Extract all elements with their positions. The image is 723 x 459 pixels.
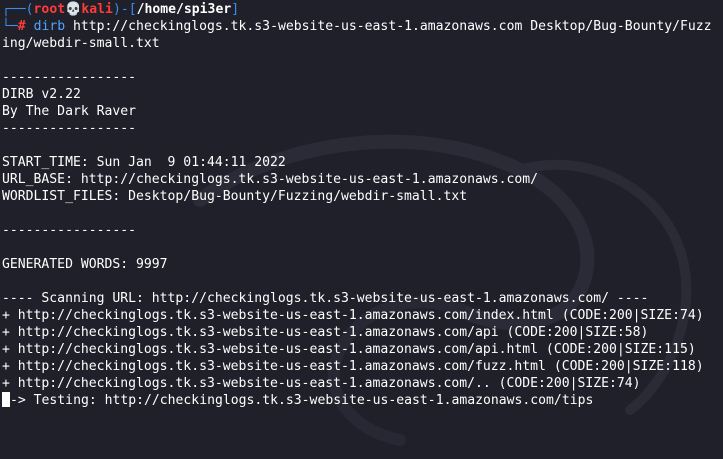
command-name: dirb xyxy=(33,19,66,34)
prompt-line-2: └─# dirb http://checkinglogs.tk.s3-websi… xyxy=(2,18,723,35)
prompt-separator: )-[ xyxy=(112,2,137,17)
result-line: + http://checkinglogs.tk.s3-website-us-e… xyxy=(2,342,696,357)
prompt-user: root xyxy=(33,2,66,17)
dirb-version: DIRB v2.22 xyxy=(2,87,81,102)
command-args-wrap: ing/webdir-small.txt xyxy=(2,36,160,51)
prompt-corner-top: ┌── xyxy=(2,2,26,17)
prompt-open-paren: ( xyxy=(25,2,34,17)
result-line: + http://checkinglogs.tk.s3-website-us-e… xyxy=(2,325,649,340)
separator-line: ----------------- xyxy=(2,70,137,85)
dirb-author: By The Dark Raver xyxy=(2,104,137,119)
skull-icon: 💀 xyxy=(65,2,82,17)
start-time: START_TIME: Sun Jan 9 01:44:11 2022 xyxy=(2,155,286,170)
url-base: URL_BASE: http://checkinglogs.tk.s3-webs… xyxy=(2,172,539,187)
result-line: + http://checkinglogs.tk.s3-website-us-e… xyxy=(2,359,704,374)
terminal-cursor xyxy=(2,392,10,407)
terminal-window[interactable]: ┌──(root💀kali)-[/home/spi3er] └─# dirb h… xyxy=(0,0,723,459)
result-line: + http://checkinglogs.tk.s3-website-us-e… xyxy=(2,308,704,323)
separator-line: ----------------- xyxy=(2,121,137,136)
scanning-url: ---- Scanning URL: http://checkinglogs.t… xyxy=(2,291,649,306)
testing-text: -> Testing: http://checkinglogs.tk.s3-we… xyxy=(10,393,594,408)
command-args: http://checkinglogs.tk.s3-website-us-eas… xyxy=(65,19,712,34)
separator-line: ----------------- xyxy=(2,223,137,238)
prompt-line-1: ┌──(root💀kali)-[/home/spi3er] xyxy=(2,1,723,18)
terminal-output: ┌──(root💀kali)-[/home/spi3er] └─# dirb h… xyxy=(2,1,723,409)
generated-words: GENERATED WORDS: 9997 xyxy=(2,257,168,272)
prompt-close-bracket: ] xyxy=(231,2,240,17)
prompt-hash: # xyxy=(17,19,26,34)
wordlist-files: WORDLIST_FILES: Desktop/Bug-Bounty/Fuzzi… xyxy=(2,189,468,204)
prompt-corner-bottom: └─ xyxy=(2,19,18,34)
prompt-path: /home/spi3er xyxy=(136,2,232,17)
prompt-host: kali xyxy=(81,2,113,17)
result-line: + http://checkinglogs.tk.s3-website-us-e… xyxy=(2,376,641,391)
testing-line: -> Testing: http://checkinglogs.tk.s3-we… xyxy=(2,392,723,409)
